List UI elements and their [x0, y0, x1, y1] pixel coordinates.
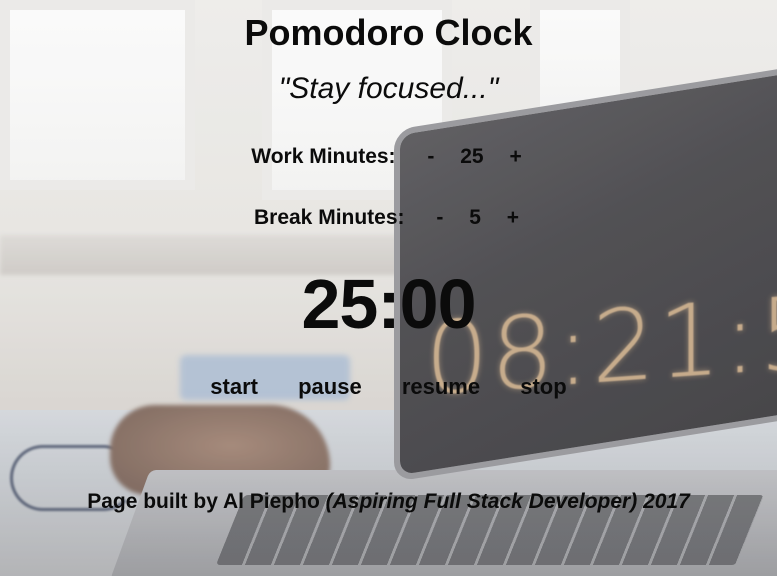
footer-role: (Aspiring Full Stack Developer)	[325, 490, 638, 513]
work-increment-button[interactable]: +	[505, 145, 525, 169]
work-minutes-label: Work Minutes:	[251, 145, 396, 168]
timer-display: 25:00	[301, 265, 476, 343]
break-increment-button[interactable]: +	[503, 206, 523, 230]
break-minutes-setting: Break Minutes: - 5 +	[0, 206, 777, 230]
stop-button[interactable]: stop	[520, 374, 566, 400]
break-minutes-label: Break Minutes:	[253, 206, 405, 229]
timer-controls: start pause resume stop	[0, 374, 777, 400]
resume-button[interactable]: resume	[402, 374, 480, 400]
pomodoro-app: Pomodoro Clock "Stay focused..." Work Mi…	[0, 0, 777, 576]
work-minutes-value: 25	[460, 145, 484, 168]
break-decrement-button[interactable]: -	[432, 206, 447, 230]
footer-year: 2017	[643, 490, 690, 513]
page-title: Pomodoro Clock	[244, 12, 533, 53]
footer-author: Page built by Al Piepho	[87, 490, 320, 513]
start-button[interactable]: start	[210, 374, 258, 400]
work-minutes-setting: Work Minutes: - 25 +	[0, 145, 777, 169]
break-minutes-value: 5	[469, 206, 481, 229]
footer: Page built by Al Piepho (Aspiring Full S…	[0, 490, 777, 514]
pause-button[interactable]: pause	[298, 374, 362, 400]
work-decrement-button[interactable]: -	[423, 145, 438, 169]
quote: "Stay focused..."	[278, 72, 499, 105]
